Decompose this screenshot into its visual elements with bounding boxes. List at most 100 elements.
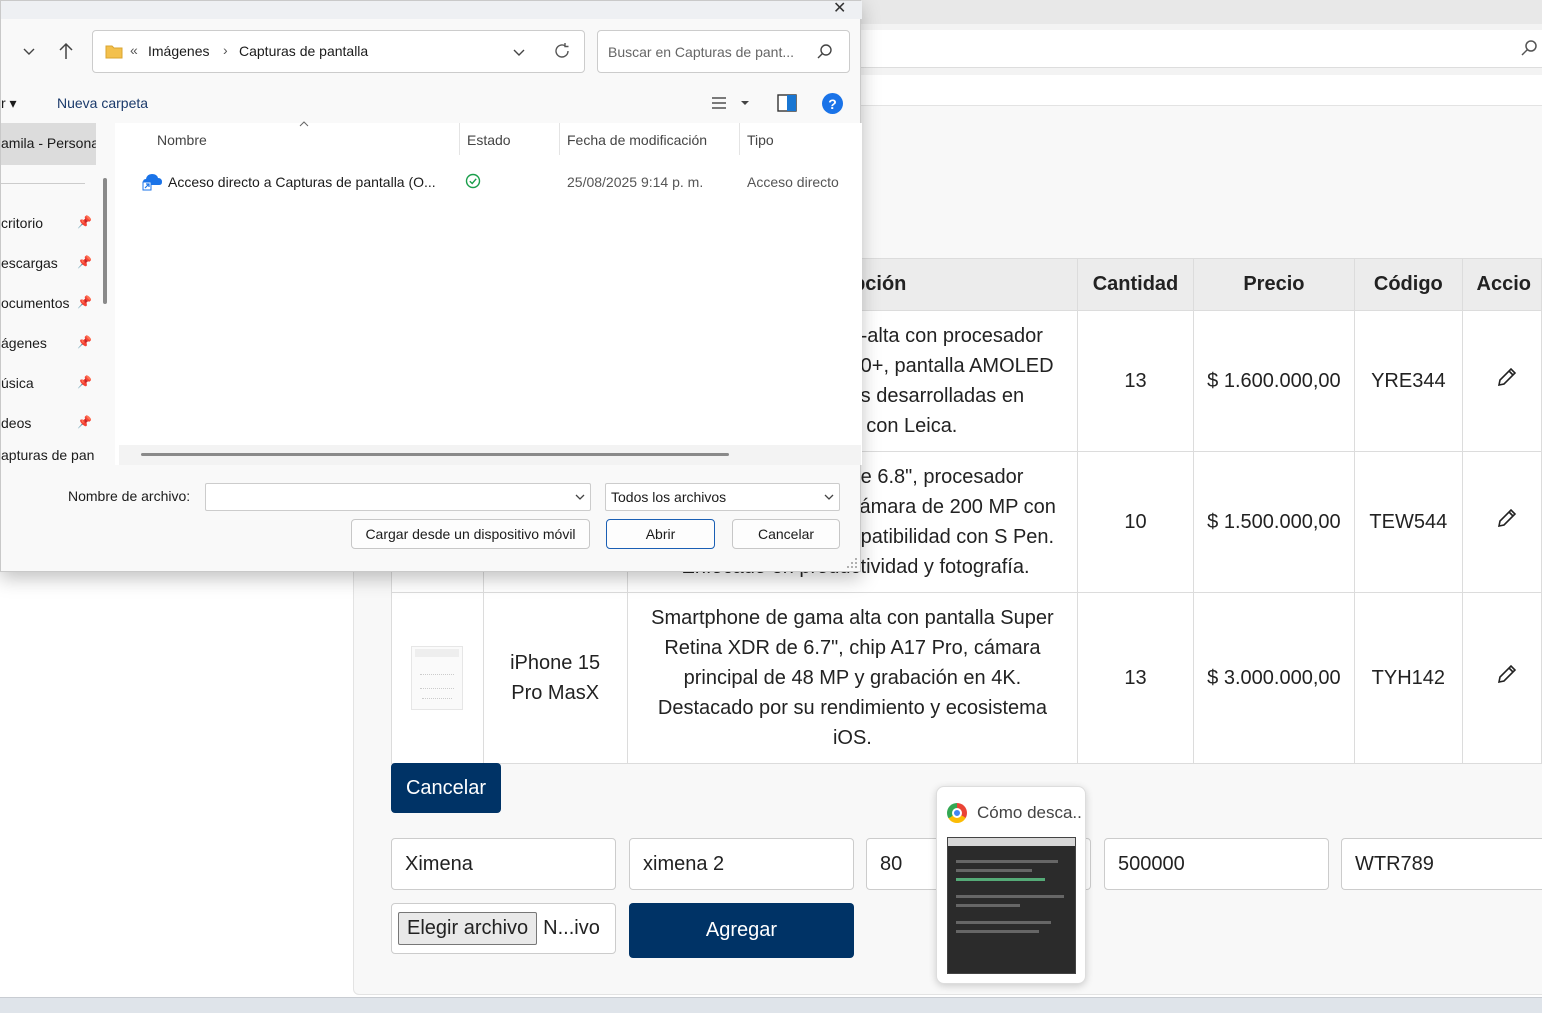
- browser-address-bar[interactable]: [855, 30, 1542, 68]
- product-name: iPhone 15 Pro MasX: [482, 592, 628, 764]
- search-icon[interactable]: [1520, 39, 1538, 57]
- cancel-button[interactable]: Cancelar: [391, 763, 501, 813]
- thumbnail-browser-bar: [948, 838, 1075, 846]
- file-type-filter[interactable]: Todos los archivos: [605, 483, 840, 511]
- code-input[interactable]: WTR789: [1341, 838, 1542, 890]
- thumbnail-header: [415, 649, 460, 657]
- nav-label: úsica: [1, 375, 34, 391]
- name-input[interactable]: Ximena: [391, 838, 616, 890]
- desc-line: a-alta con procesador: [849, 325, 1043, 347]
- edit-action[interactable]: [1461, 310, 1542, 452]
- choose-file-button[interactable]: Elegir archivo: [398, 912, 538, 945]
- folder-icon: [105, 45, 123, 59]
- edit-action[interactable]: [1461, 592, 1542, 764]
- thumbnail-line: [956, 921, 1052, 924]
- nav-label: deos: [1, 415, 32, 431]
- preview-pane-icon[interactable]: [777, 94, 797, 112]
- chevron-down-icon[interactable]: [511, 44, 527, 60]
- desc-line: n con Leica.: [849, 415, 958, 437]
- breadcrumb-overflow[interactable]: «: [130, 42, 138, 58]
- tab-hover-preview[interactable]: Cómo desca...: [936, 786, 1086, 984]
- column-status[interactable]: Estado: [467, 132, 511, 148]
- breadcrumb-parent[interactable]: Imágenes: [148, 43, 209, 59]
- nav-divider: [1, 183, 85, 184]
- horizontal-scrollbar-thumb[interactable]: [141, 453, 729, 456]
- header-code: Código: [1354, 258, 1463, 311]
- product-quantity: 10: [1077, 451, 1194, 593]
- product-code: TYH142: [1354, 592, 1463, 764]
- product-thumbnail: [411, 646, 464, 710]
- open-button[interactable]: Abrir: [606, 519, 715, 549]
- thumbnail-line: [956, 878, 1045, 881]
- refresh-icon[interactable]: [553, 42, 571, 60]
- description-input[interactable]: ximena 2: [629, 838, 854, 890]
- file-row[interactable]: Acceso directo a Capturas de pantalla (O…: [131, 165, 856, 199]
- address-bar[interactable]: « Imágenes › Capturas de pantalla: [92, 30, 585, 73]
- thumbnail-line: [420, 679, 455, 689]
- close-icon[interactable]: ✕: [833, 0, 846, 18]
- chevron-down-icon[interactable]: [21, 43, 37, 59]
- thumbnail-line: [422, 693, 453, 699]
- product-code: TEW544: [1354, 451, 1463, 593]
- synced-check-icon: [465, 173, 481, 189]
- preview-title: Cómo desca...: [977, 803, 1083, 822]
- sort-ascending-icon: [299, 121, 309, 127]
- load-from-mobile-button[interactable]: Cargar desde un dispositivo móvil: [351, 519, 590, 549]
- nav-scrollbar[interactable]: [103, 178, 107, 304]
- pin-icon: 📌: [77, 375, 92, 389]
- nav-item-documents[interactable]: ocumentos 📌: [1, 288, 96, 318]
- nav-label: apturas de pan: [1, 447, 95, 463]
- nav-item-pictures[interactable]: ágenes 📌: [1, 328, 96, 358]
- table-row: iPhone 15 Pro MasX Smartphone de gama al…: [391, 592, 1542, 764]
- pencil-icon[interactable]: [1495, 506, 1519, 530]
- column-date[interactable]: Fecha de modificación: [567, 132, 707, 148]
- search-icon[interactable]: [816, 43, 834, 61]
- dialog-title-bar: [1, 1, 862, 19]
- onedrive-shortcut-icon: [142, 174, 162, 191]
- header-quantity: Cantidad: [1077, 258, 1194, 311]
- nav-label: escargas: [1, 255, 58, 271]
- file-name: Acceso directo a Capturas de pantalla (O…: [168, 174, 436, 190]
- nav-item-videos[interactable]: deos 📌: [1, 408, 96, 438]
- pencil-icon[interactable]: [1495, 662, 1519, 686]
- nav-item-desktop[interactable]: critorio 📌: [1, 208, 96, 238]
- view-options-icon[interactable]: [710, 95, 750, 111]
- resize-grip-icon[interactable]: [846, 557, 858, 569]
- add-button[interactable]: Agregar: [629, 903, 854, 958]
- nav-account-item[interactable]: amila - Persona: [1, 123, 96, 165]
- file-open-dialog: ✕ « Imágenes › Capturas de pantalla Busc…: [0, 0, 862, 572]
- breadcrumb-current[interactable]: Capturas de pantalla: [239, 43, 368, 59]
- chevron-down-icon[interactable]: [823, 491, 835, 503]
- edit-action[interactable]: [1461, 451, 1542, 593]
- desc-line: as desarrolladas en: [849, 385, 1025, 407]
- product-code: YRE344: [1354, 310, 1463, 452]
- file-date: 25/08/2025 9:14 p. m.: [567, 174, 704, 190]
- pencil-icon[interactable]: [1495, 365, 1519, 389]
- thumbnail-line: [956, 860, 1058, 863]
- file-input[interactable]: Elegir archivo N...ivo: [391, 903, 616, 954]
- new-folder-button[interactable]: Nueva carpeta: [57, 95, 148, 111]
- price-input[interactable]: 500000: [1104, 838, 1329, 890]
- file-type: Acceso directo: [747, 174, 839, 190]
- nav-label: critorio: [1, 215, 44, 231]
- nav-item-downloads[interactable]: escargas 📌: [1, 248, 96, 278]
- help-icon[interactable]: ?: [822, 93, 843, 114]
- organize-menu[interactable]: r ▾: [1, 95, 17, 112]
- nav-account-label: amila - Persona: [1, 135, 96, 151]
- chevron-down-icon[interactable]: [574, 491, 586, 503]
- filename-input[interactable]: [205, 483, 591, 511]
- nav-item-screenshots[interactable]: apturas de pan: [1, 447, 96, 465]
- column-type[interactable]: Tipo: [747, 132, 774, 148]
- nav-item-music[interactable]: úsica 📌: [1, 368, 96, 398]
- column-divider: [559, 123, 560, 155]
- dialog-cancel-button[interactable]: Cancelar: [732, 519, 840, 549]
- arrow-up-icon[interactable]: [57, 41, 75, 61]
- thumbnail-line: [956, 930, 1039, 933]
- header-actions: Accio: [1461, 258, 1542, 311]
- column-name[interactable]: Nombre: [157, 132, 207, 148]
- pin-icon: 📌: [77, 335, 92, 349]
- thumbnail-line: [956, 895, 1064, 898]
- file-status: N...ivo: [543, 917, 600, 939]
- search-input[interactable]: Buscar en Capturas de pant...: [597, 30, 850, 73]
- product-quantity: 13: [1077, 310, 1194, 452]
